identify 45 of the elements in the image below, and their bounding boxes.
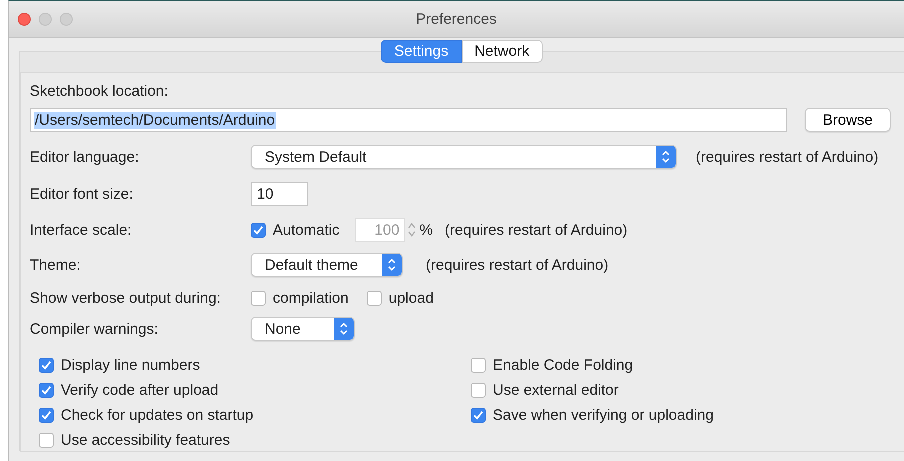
field-label: Interface scale: (30, 222, 133, 238)
font-size-field[interactable]: 10 (251, 182, 308, 206)
restart-note: (requires restart of Arduino) (426, 256, 609, 274)
checkbox-label: Check for updates on startup (61, 407, 254, 424)
checkbox-label: compilation (273, 290, 349, 307)
tab[interactable]: Network (462, 40, 543, 63)
checkbox[interactable] (471, 408, 486, 423)
checkbox-label: Use external editor (493, 382, 619, 399)
checkbox[interactable] (39, 358, 54, 373)
checkbox[interactable] (39, 408, 54, 423)
field-label: Compiler warnings: (30, 320, 160, 338)
browse-button[interactable]: Browse (805, 108, 892, 132)
stepper-arrows-icon (656, 146, 676, 168)
field-label: Editor font size: (30, 186, 134, 202)
checkbox[interactable] (251, 291, 266, 306)
tab[interactable]: Settings (381, 40, 462, 63)
zoom-button[interactable] (60, 12, 73, 26)
checkbox[interactable] (471, 383, 486, 398)
checkbox[interactable] (39, 433, 54, 448)
checkbox-label: Display line numbers (61, 357, 200, 374)
minimize-button[interactable] (39, 12, 52, 26)
field-label: Editor language: (30, 148, 140, 166)
dropdown[interactable]: None (251, 317, 355, 341)
checkbox-label: Verify code after upload (61, 382, 219, 399)
close-button[interactable] (18, 12, 31, 26)
stepper-arrows-icon (334, 318, 354, 340)
restart-note: (requires restart of Arduino) (696, 148, 879, 166)
dropdown[interactable]: Default theme (251, 253, 403, 277)
checkbox-label: Save when verifying or uploading (493, 407, 714, 424)
checkbox-label: upload (388, 290, 434, 307)
unit-label: % (420, 222, 434, 238)
field-label: Sketchbook location: (30, 83, 170, 100)
checkbox[interactable] (39, 383, 54, 398)
stepper-arrows-icon (382, 254, 402, 276)
path-field[interactable]: /Users/semtech/Documents/Arduino (30, 108, 787, 132)
checkbox-label: Use accessibility features (61, 432, 230, 449)
restart-note: (requires restart of Arduino) (445, 222, 628, 238)
field-label: Theme: (30, 256, 82, 274)
dropdown[interactable]: System Default (251, 145, 677, 169)
checkbox-label: Automatic (273, 222, 340, 238)
window-title: Preferences (416, 10, 497, 28)
field-label: Show verbose output during: (30, 290, 222, 307)
checkbox-label: Enable Code Folding (493, 357, 634, 374)
checkbox[interactable] (366, 291, 382, 306)
checkbox[interactable] (471, 358, 486, 373)
